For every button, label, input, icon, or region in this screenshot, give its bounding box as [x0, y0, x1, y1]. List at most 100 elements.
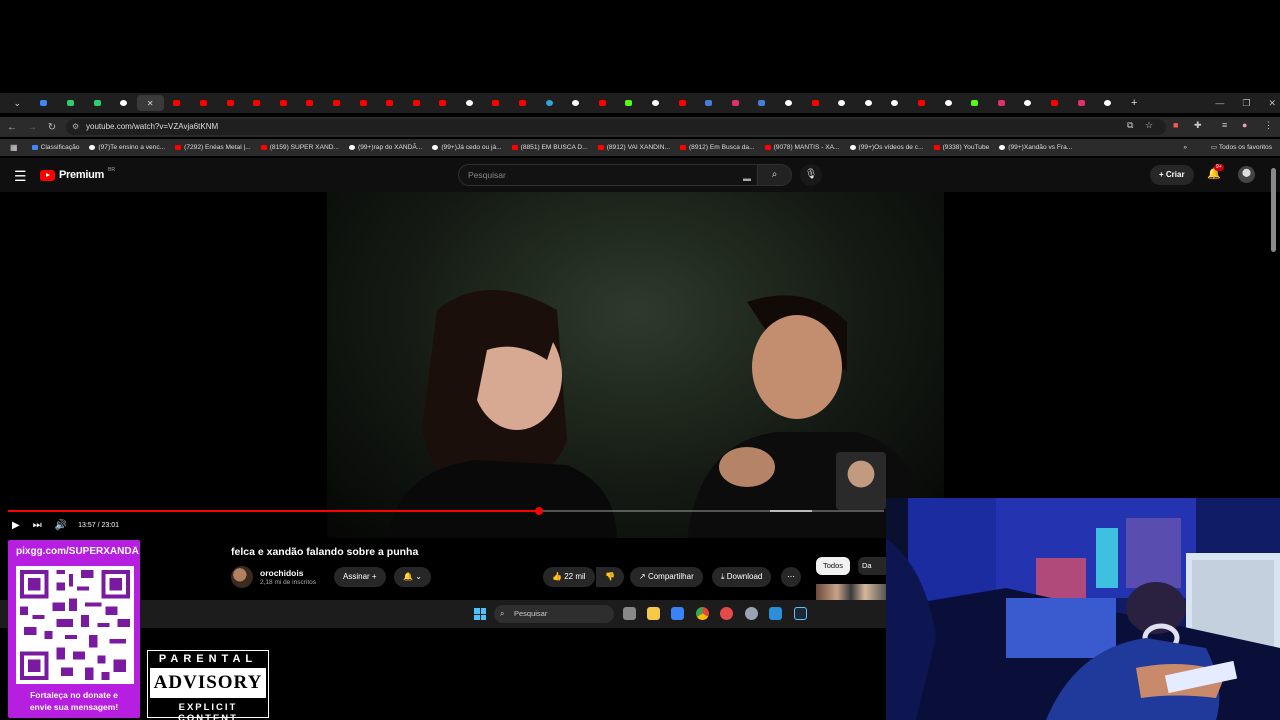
browser-tab[interactable]: [190, 95, 217, 111]
tab-list-button[interactable]: ⌄: [4, 95, 31, 111]
browser-tab[interactable]: [536, 95, 563, 111]
browser-tab[interactable]: [1041, 95, 1068, 111]
avatar[interactable]: [1238, 166, 1255, 183]
download-button[interactable]: ⤓ Download: [712, 567, 772, 587]
recommended-thumbnails[interactable]: [816, 584, 886, 600]
browser-tab[interactable]: [1015, 95, 1042, 111]
site-info-icon[interactable]: ⚙: [72, 119, 79, 135]
taskbar-search[interactable]: ⌕ Pesquisar: [494, 605, 614, 623]
bookmark-item[interactable]: (97)Te ensino a venc...: [89, 144, 165, 151]
browser-tab[interactable]: [802, 95, 829, 111]
voice-search-button[interactable]: 🎙: [800, 164, 822, 186]
browser-tab[interactable]: [350, 95, 377, 111]
dislike-button[interactable]: 👎: [596, 567, 624, 587]
browser-tab[interactable]: [669, 95, 696, 111]
hamburger-menu-icon[interactable]: ☰: [14, 168, 27, 185]
browser-tab[interactable]: [31, 95, 58, 111]
bookmark-item[interactable]: (99+)rap do XANDÃ...: [349, 144, 422, 151]
browser-tab[interactable]: [908, 95, 935, 111]
chrome-icon[interactable]: [696, 607, 709, 620]
browser-tab[interactable]: [430, 95, 457, 111]
bookmark-item[interactable]: (8159) SUPER XAND...: [260, 144, 339, 151]
browser-tab[interactable]: [1094, 95, 1121, 111]
notification-bell-button[interactable]: 🔔 ⌄: [394, 567, 431, 587]
app-icon[interactable]: [720, 607, 733, 620]
bookmark-star-icon[interactable]: ☆: [1145, 120, 1153, 131]
browser-tab[interactable]: [509, 95, 536, 111]
back-icon[interactable]: ←: [2, 122, 22, 133]
browser-tab[interactable]: [483, 95, 510, 111]
share-button[interactable]: ↗ Compartilhar: [630, 567, 703, 587]
bookmark-item[interactable]: Classificação: [31, 144, 79, 151]
extension-icon[interactable]: ■: [1173, 120, 1178, 130]
next-icon[interactable]: ⏭: [33, 520, 42, 531]
close-icon[interactable]: ✕: [147, 99, 154, 108]
steam-icon[interactable]: [794, 607, 807, 620]
browser-tab[interactable]: [57, 95, 84, 111]
keyboard-icon[interactable]: ▬: [743, 169, 751, 189]
channel-avatar[interactable]: [231, 566, 253, 588]
browser-tab[interactable]: [775, 95, 802, 111]
play-icon[interactable]: ▶: [12, 520, 20, 531]
close-window-icon[interactable]: ✕: [1268, 98, 1276, 109]
bookmark-item[interactable]: (8912) VAI XANDIN...: [597, 144, 670, 151]
reading-list-icon[interactable]: ≡: [1222, 120, 1227, 130]
bookmark-item[interactable]: (8912) Em Busca da...: [679, 144, 755, 151]
all-bookmarks-folder[interactable]: » ▭ Todos os favoritos: [1183, 143, 1272, 151]
task-view-icon[interactable]: [623, 607, 636, 620]
reload-icon[interactable]: ↻: [42, 122, 62, 133]
browser-tab[interactable]: [84, 95, 111, 111]
chip-todos[interactable]: Todos: [816, 557, 851, 575]
browser-tab[interactable]: [243, 95, 270, 111]
create-button[interactable]: + Criar: [1150, 165, 1194, 185]
browser-tab[interactable]: [562, 95, 589, 111]
app-icon-blue[interactable]: [769, 607, 782, 620]
bookmark-item[interactable]: (7292) Enéas Metal |...: [175, 144, 251, 151]
browser-tab[interactable]: [589, 95, 616, 111]
browser-tab[interactable]: [164, 95, 191, 111]
apps-icon[interactable]: ▦: [10, 143, 18, 152]
bookmark-item[interactable]: (99+)Xandão vs Fra...: [999, 144, 1072, 151]
install-icon[interactable]: ⧉: [1127, 120, 1133, 131]
browser-tab[interactable]: [749, 95, 776, 111]
settings-icon[interactable]: [745, 607, 758, 620]
windows-start-icon[interactable]: [474, 608, 486, 620]
browser-tab[interactable]: [828, 95, 855, 111]
notifications-button[interactable]: 🔔 9+: [1207, 164, 1224, 180]
bookmark-item[interactable]: (8851) EM BUSCA D...: [511, 144, 588, 151]
browser-tab[interactable]: [855, 95, 882, 111]
browser-tab[interactable]: [935, 95, 962, 111]
browser-tab[interactable]: [376, 95, 403, 111]
like-button[interactable]: 👍 22 mil: [543, 567, 595, 587]
browser-tab[interactable]: [642, 95, 669, 111]
bookmark-item[interactable]: (9078) MANTIS - XA...: [764, 144, 840, 151]
browser-tab[interactable]: [616, 95, 643, 111]
maximize-icon[interactable]: ❐: [1242, 98, 1250, 109]
browser-tab[interactable]: [882, 95, 909, 111]
youtube-premium-logo[interactable]: Premium BR: [40, 167, 115, 181]
scrubber-handle[interactable]: [535, 507, 543, 515]
menu-icon[interactable]: ⋮: [1264, 120, 1273, 131]
store-icon[interactable]: [671, 607, 684, 620]
page-scrollbar[interactable]: [1271, 168, 1276, 252]
more-actions-button[interactable]: ⋯: [781, 567, 801, 587]
file-explorer-icon[interactable]: [647, 607, 660, 620]
volume-icon[interactable]: 🔊: [55, 520, 67, 531]
subscribe-button[interactable]: Assinar +: [334, 567, 386, 587]
browser-tab[interactable]: [323, 95, 350, 111]
browser-tab[interactable]: [961, 95, 988, 111]
browser-tab[interactable]: [110, 95, 137, 111]
bookmark-item[interactable]: (99+)Já cedo ou já...: [432, 144, 502, 151]
browser-tab[interactable]: [695, 95, 722, 111]
browser-tab[interactable]: [403, 95, 430, 111]
profile-icon[interactable]: ●: [1242, 120, 1247, 130]
new-tab-button[interactable]: +: [1121, 95, 1148, 111]
search-button[interactable]: ⌕: [758, 164, 792, 186]
browser-tab[interactable]: [988, 95, 1015, 111]
browser-tab-active[interactable]: ✕: [136, 95, 164, 111]
extensions-puzzle-icon[interactable]: ✚: [1194, 120, 1202, 131]
url-input[interactable]: ⚙ youtube.com/watch?v=VZAvja6tKNM: [66, 119, 1166, 135]
channel-name[interactable]: orochidois: [260, 568, 303, 578]
bookmark-item[interactable]: (99+)Os vídeos de c...: [849, 144, 924, 151]
chip-da-sua[interactable]: Da sua: [858, 557, 886, 575]
